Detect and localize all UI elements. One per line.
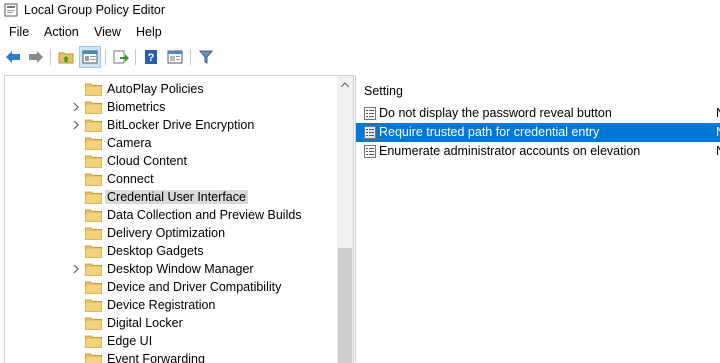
tree-item-label: Digital Locker (107, 316, 183, 330)
tree-item[interactable]: AutoPlay Policies (5, 80, 335, 98)
tree-item[interactable]: Digital Locker (5, 314, 335, 332)
folder-icon (85, 335, 102, 348)
tree-item[interactable]: Connect (5, 170, 335, 188)
setting-column-header[interactable]: Setting (364, 84, 403, 98)
filter-icon (199, 50, 213, 64)
menu-view[interactable]: View (94, 25, 121, 39)
tree-item[interactable]: Device and Driver Compatibility (5, 278, 335, 296)
tree-item[interactable]: Delivery Optimization (5, 224, 335, 242)
help-button[interactable]: ? (140, 46, 162, 68)
folder-icon (85, 119, 102, 132)
setting-row[interactable]: Enumerate administrator accounts on elev… (356, 142, 720, 161)
tree-item[interactable]: Biometrics (5, 98, 335, 116)
folder-icon (85, 353, 102, 363)
tree-item[interactable]: Device Registration (5, 296, 335, 314)
menu-bar: File Action View Help (0, 22, 720, 43)
folder-icon (85, 83, 102, 96)
tree-item-label: Credential User Interface (105, 190, 248, 204)
tree-item[interactable]: Camera (5, 134, 335, 152)
window-title: Local Group Policy Editor (24, 3, 166, 17)
folder-icon (85, 263, 102, 276)
title-bar: Local Group Policy Editor (0, 0, 720, 22)
folder-icon (85, 191, 102, 204)
tree-item-label: Biometrics (107, 100, 166, 114)
tree-item[interactable]: Desktop Gadgets (5, 242, 335, 260)
properties-button[interactable] (164, 46, 186, 68)
export-list-button[interactable] (110, 46, 132, 68)
tree-item-label: Data Collection and Preview Builds (107, 208, 302, 222)
back-icon (6, 51, 20, 63)
folder-icon (85, 227, 102, 240)
setting-row[interactable]: Do not display the password reveal butto… (356, 104, 720, 123)
tree-item[interactable]: Credential User Interface (5, 188, 335, 206)
help-icon: ? (145, 50, 157, 64)
folder-icon (85, 209, 102, 222)
tree-item-label: Event Forwarding (107, 352, 205, 363)
chevron-right-icon[interactable] (71, 120, 81, 130)
policy-setting-icon (364, 126, 376, 139)
folder-icon (85, 245, 102, 258)
tree-item-label: Desktop Gadgets (107, 244, 204, 258)
scroll-up-button[interactable] (337, 76, 353, 92)
tree-item[interactable]: Desktop Window Manager (5, 260, 335, 278)
show-hide-tree-button[interactable] (79, 46, 101, 68)
up-one-level-button[interactable] (55, 46, 77, 68)
tree-item[interactable]: Edge UI (5, 332, 335, 350)
tree-item-label: Connect (107, 172, 154, 186)
console-tree-pane[interactable]: AutoPlay Policies Biometrics BitLocker Dri… (4, 75, 354, 363)
folder-icon (85, 155, 102, 168)
menu-action[interactable]: Action (44, 25, 79, 39)
chevron-up-icon (341, 81, 349, 87)
chevron-right-icon[interactable] (71, 264, 81, 274)
tree-item[interactable]: Cloud Content (5, 152, 335, 170)
tree-scrollbar[interactable] (337, 76, 353, 363)
forward-icon (29, 51, 43, 63)
setting-name: Require trusted path for credential entr… (379, 125, 600, 139)
setting-name: Enumerate administrator accounts on elev… (379, 144, 641, 158)
svg-text:?: ? (148, 52, 155, 64)
tree-item-label: AutoPlay Policies (107, 82, 204, 96)
tree-item-label: Device Registration (107, 298, 216, 312)
tree-item-label: Cloud Content (107, 154, 187, 168)
setting-state: N (716, 106, 720, 120)
tree-item-label: Camera (107, 136, 152, 150)
folder-icon (85, 281, 102, 294)
tree-item-label: Delivery Optimization (107, 226, 226, 240)
policy-setting-icon (364, 145, 376, 158)
forward-button[interactable] (25, 46, 47, 68)
folder-icon (85, 299, 102, 312)
setting-state: N (716, 125, 720, 139)
folder-icon (85, 173, 102, 186)
tree-item[interactable]: Event Forwarding (5, 350, 335, 363)
scroll-thumb[interactable] (338, 248, 352, 363)
setting-name: Do not display the password reveal butto… (379, 106, 612, 120)
show-hide-tree-icon (82, 50, 98, 64)
folder-icon (85, 317, 102, 330)
details-pane: Setting Do not display the password reve… (355, 75, 720, 362)
setting-row[interactable]: Require trusted path for credential entr… (356, 123, 720, 142)
export-list-icon (113, 50, 129, 64)
group-policy-app-icon (4, 3, 18, 17)
chevron-right-icon[interactable] (71, 102, 81, 112)
back-button[interactable] (2, 46, 24, 68)
tree-item-label: Desktop Window Manager (107, 262, 254, 276)
up-folder-icon (58, 52, 74, 64)
folder-icon (85, 101, 102, 114)
folder-icon (85, 137, 102, 150)
tree-item-label: Device and Driver Compatibility (107, 280, 282, 294)
setting-state: N (716, 144, 720, 158)
tree-item[interactable]: BitLocker Drive Encryption (5, 116, 335, 134)
menu-file[interactable]: File (9, 25, 29, 39)
policy-setting-icon (364, 107, 376, 120)
tree-item-label: Edge UI (107, 334, 153, 348)
menu-help[interactable]: Help (136, 25, 162, 39)
tree-item-label: BitLocker Drive Encryption (107, 118, 255, 132)
tree-item[interactable]: Data Collection and Preview Builds (5, 206, 335, 224)
properties-icon (167, 50, 183, 64)
toolbar: ? (0, 43, 720, 71)
filter-button[interactable] (195, 46, 217, 68)
